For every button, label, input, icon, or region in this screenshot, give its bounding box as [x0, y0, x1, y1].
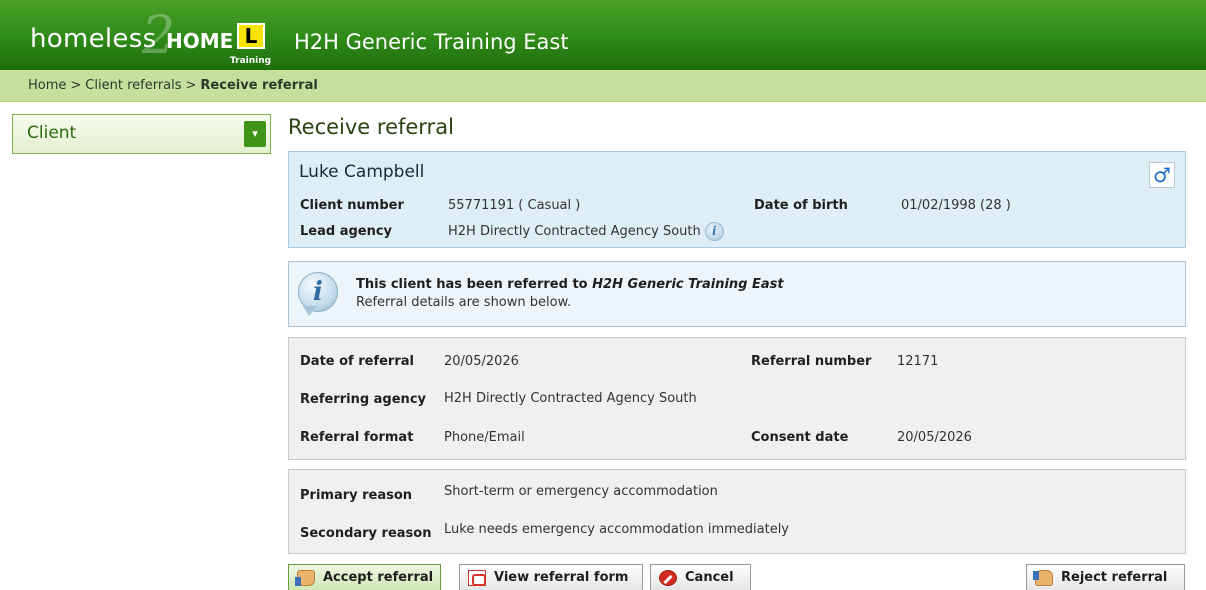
breadcrumb-bar: Home > Client referrals > Receive referral [0, 70, 1206, 102]
breadcrumb-home-link[interactable]: Home [28, 78, 66, 93]
referral-number-value: 12171 [897, 354, 939, 369]
lead-agency-value-row: H2H Directly Contracted Agency South i [448, 222, 724, 241]
breadcrumb-current: Receive referral [200, 78, 318, 93]
referral-format-value: Phone/Email [444, 430, 525, 445]
reject-referral-label: Reject referral [1061, 570, 1168, 585]
thumbs-up-icon [295, 570, 315, 586]
lead-agency-value: H2H Directly Contracted Agency South [448, 224, 701, 239]
referral-format-label: Referral format [300, 430, 414, 445]
client-menu-dropdown[interactable]: Client ▾ [12, 114, 271, 154]
date-of-referral-value: 20/05/2026 [444, 354, 519, 369]
lead-agency-label: Lead agency [300, 224, 393, 239]
client-name: Luke Campbell [299, 162, 425, 182]
consent-date-label: Consent date [751, 430, 849, 445]
accept-referral-label: Accept referral [323, 570, 434, 585]
date-of-birth-label: Date of birth [754, 198, 848, 213]
logo-training-text: Training [230, 56, 272, 66]
secondary-reason-label: Secondary reason [300, 526, 432, 541]
app-title: H2H Generic Training East [294, 30, 569, 54]
pdf-icon [468, 570, 486, 586]
client-summary-panel: Luke Campbell ♂ Client number 55771191 (… [288, 151, 1186, 248]
view-referral-form-button[interactable]: View referral form [459, 564, 643, 590]
date-of-birth-value: 01/02/1998 (28 ) [901, 198, 1011, 213]
referral-notice: i This client has been referred to H2H G… [288, 261, 1186, 327]
reject-referral-button[interactable]: Reject referral [1026, 564, 1185, 590]
l-plate-icon: L [237, 23, 265, 49]
notice-message: This client has been referred to H2H Gen… [356, 277, 784, 292]
referral-number-label: Referral number [751, 354, 872, 369]
primary-reason-value: Short-term or emergency accommodation [444, 484, 718, 499]
notice-message-prefix: This client has been referred to [356, 277, 593, 292]
referral-details-panel: Date of referral 20/05/2026 Referral num… [288, 337, 1186, 460]
client-number-label: Client number [300, 198, 404, 213]
page-title: Receive referral [288, 115, 454, 139]
client-menu-label: Client [27, 123, 77, 143]
consent-date-value: 20/05/2026 [897, 430, 972, 445]
referring-agency-label: Referring agency [300, 392, 426, 407]
breadcrumb-separator: > [70, 78, 82, 93]
male-icon[interactable]: ♂ [1149, 162, 1175, 188]
logo-home-text: HOME [166, 29, 234, 53]
accept-referral-button[interactable]: Accept referral [288, 564, 441, 590]
client-number-value: 55771191 ( Casual ) [448, 198, 581, 213]
speech-bubble-tail [303, 306, 317, 316]
cancel-label: Cancel [685, 570, 734, 585]
cancel-button[interactable]: Cancel [650, 564, 751, 590]
referring-agency-value: H2H Directly Contracted Agency South [444, 391, 697, 406]
chevron-down-icon[interactable]: ▾ [244, 121, 266, 147]
logo-homeless-text: homeless [30, 24, 157, 54]
breadcrumb: Home > Client referrals > Receive referral [28, 78, 318, 93]
breadcrumb-client-referrals-link[interactable]: Client referrals [85, 78, 181, 93]
secondary-reason-value: Luke needs emergency accommodation immed… [444, 522, 789, 537]
referral-reasons-panel: Primary reason Short-term or emergency a… [288, 469, 1186, 554]
notice-agency-name: H2H Generic Training East [592, 277, 784, 292]
primary-reason-label: Primary reason [300, 488, 413, 503]
notice-submessage: Referral details are shown below. [356, 295, 572, 310]
view-referral-form-label: View referral form [494, 570, 629, 585]
info-icon[interactable]: i [704, 222, 724, 241]
app-header: 2 homeless HOME Training L H2H Generic T… [0, 0, 1206, 70]
date-of-referral-label: Date of referral [300, 354, 414, 369]
breadcrumb-separator: > [185, 78, 197, 93]
thumbs-down-icon [1033, 570, 1053, 586]
cancel-icon [659, 570, 677, 586]
